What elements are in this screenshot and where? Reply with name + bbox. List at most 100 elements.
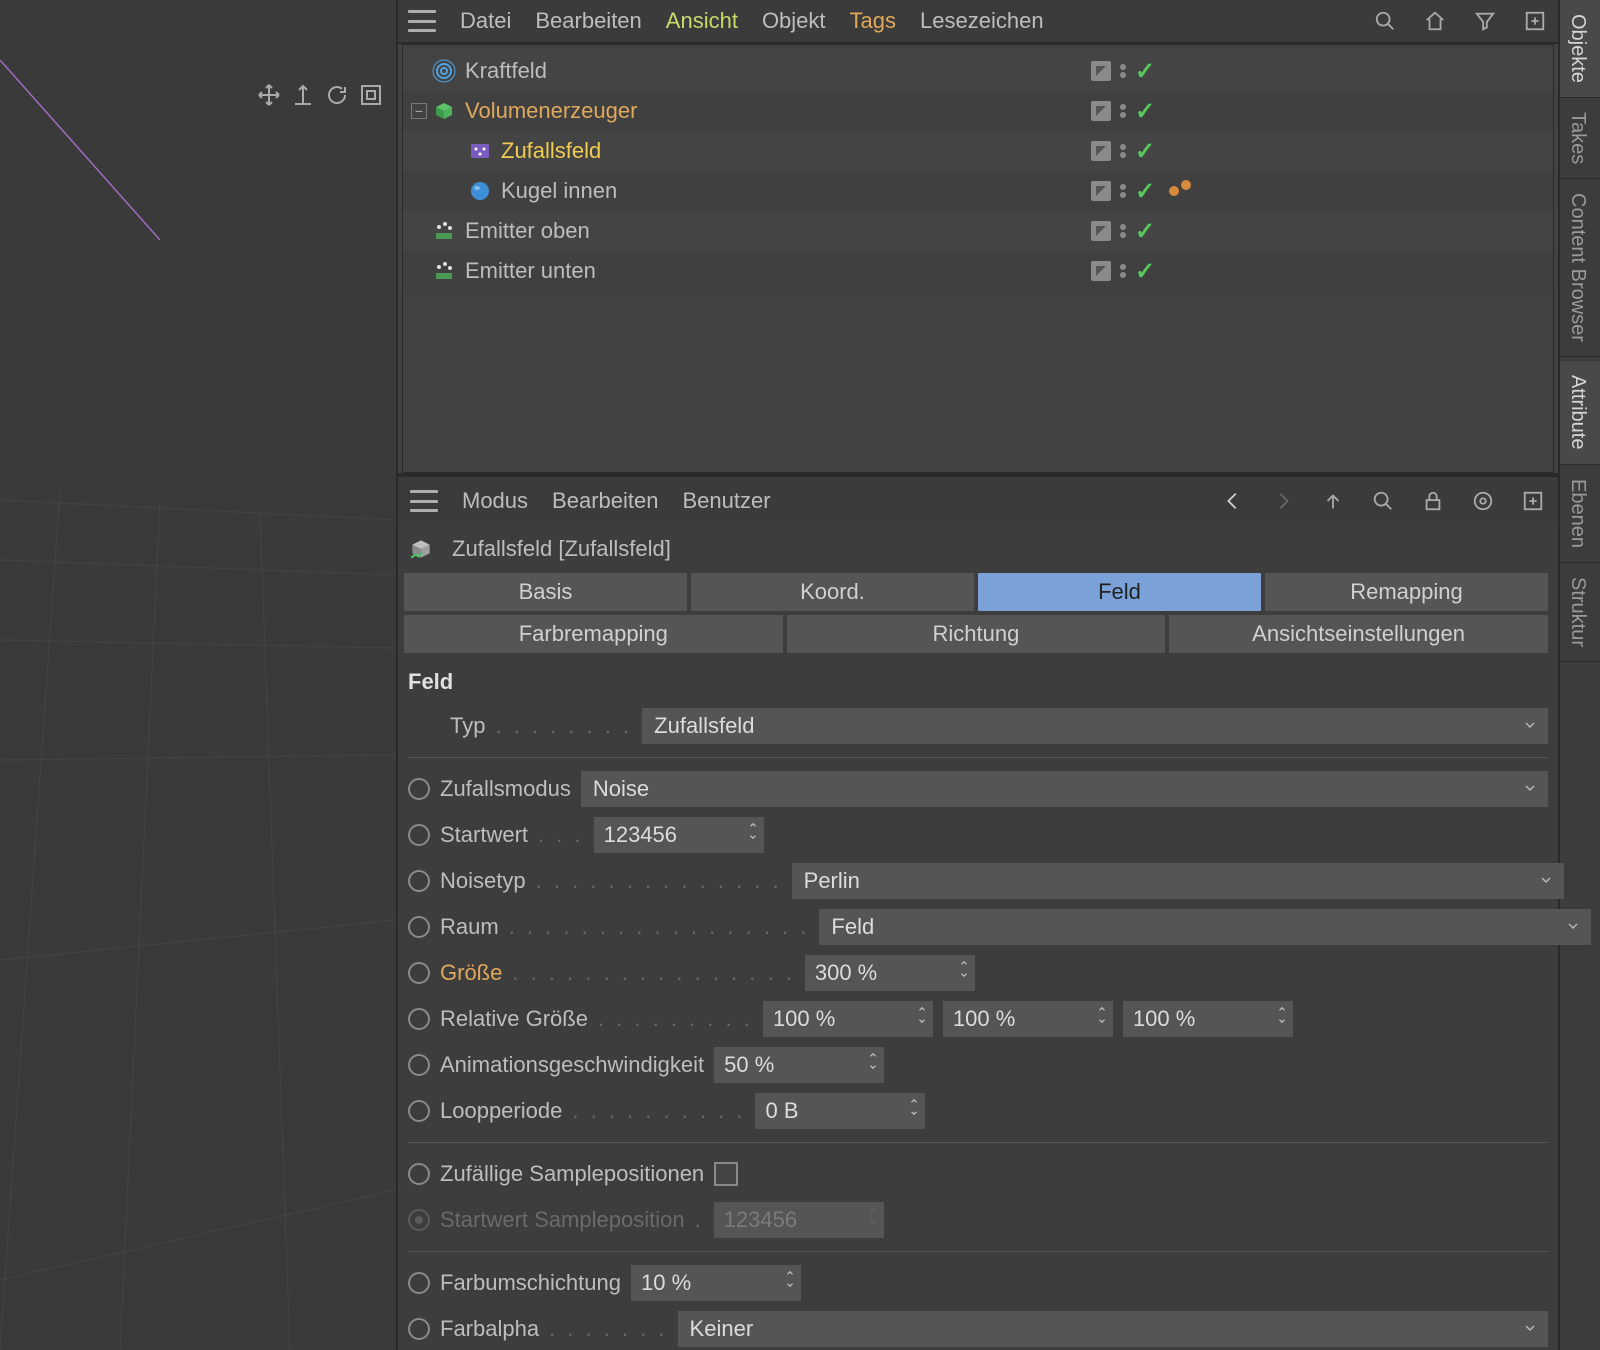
input-relgroesse-y[interactable]: 100 % xyxy=(943,1001,1113,1037)
label-zufsamplepos: Zufällige Samplepositionen xyxy=(440,1161,704,1187)
maximize-attr-icon[interactable] xyxy=(1520,488,1546,514)
dropdown-noisetyp[interactable]: Perlin xyxy=(792,863,1564,899)
sidetab-struktur[interactable]: Struktur xyxy=(1560,563,1600,662)
tab-richtung[interactable]: Richtung xyxy=(787,615,1166,653)
tree-item-label: Emitter oben xyxy=(465,218,590,244)
move-icon[interactable] xyxy=(256,82,282,108)
tree-row-emitter-unten[interactable]: Emitter unten✓ xyxy=(403,251,1553,291)
visibility-dots-icon[interactable] xyxy=(1117,224,1129,238)
tab-farbremapping[interactable]: Farbremapping xyxy=(404,615,783,653)
input-relgroesse-x[interactable]: 100 % xyxy=(763,1001,933,1037)
visibility-dots-icon[interactable] xyxy=(1117,104,1129,118)
menu-bearbeiten-attr[interactable]: Bearbeiten xyxy=(552,488,658,514)
keyframe-bullet[interactable] xyxy=(408,962,430,984)
layer-flag-icon[interactable] xyxy=(1091,181,1111,201)
menu-modus[interactable]: Modus xyxy=(462,488,528,514)
tab-feld[interactable]: Feld xyxy=(978,573,1261,611)
dropdown-farbalpha[interactable]: Keiner xyxy=(678,1311,1548,1347)
up-down-icon[interactable] xyxy=(290,82,316,108)
layer-flag-icon[interactable] xyxy=(1091,221,1111,241)
sidetab-objekte[interactable]: Objekte xyxy=(1560,0,1600,98)
label-raum: Raum xyxy=(440,914,499,940)
input-startsamplepos: 123456 xyxy=(714,1202,884,1238)
sidetab-content[interactable]: Content Browser xyxy=(1560,179,1600,357)
keyframe-bullet[interactable] xyxy=(408,1163,430,1185)
label-noisetyp: Noisetyp xyxy=(440,868,526,894)
tab-ansichtseinst[interactable]: Ansichtseinstellungen xyxy=(1169,615,1548,653)
menu-ansicht[interactable]: Ansicht xyxy=(666,8,738,34)
home-icon[interactable] xyxy=(1422,8,1448,34)
enable-check-icon[interactable]: ✓ xyxy=(1135,217,1155,246)
visibility-dots-icon[interactable] xyxy=(1117,144,1129,158)
dropdown-raum[interactable]: Feld xyxy=(819,909,1591,945)
keyframe-bullet[interactable] xyxy=(408,1318,430,1340)
keyframe-bullet[interactable] xyxy=(408,870,430,892)
input-farbumschichtung[interactable]: 10 % xyxy=(631,1265,801,1301)
layer-flag-icon[interactable] xyxy=(1091,141,1111,161)
viewport-panel[interactable] xyxy=(0,0,396,1350)
enable-check-icon[interactable]: ✓ xyxy=(1135,57,1155,86)
sidetab-attribute[interactable]: Attribute xyxy=(1560,361,1600,464)
visibility-dots-icon[interactable] xyxy=(1117,184,1129,198)
layer-flag-icon[interactable] xyxy=(1091,61,1111,81)
menu-lesezeichen[interactable]: Lesezeichen xyxy=(920,8,1044,34)
menu-tags[interactable]: Tags xyxy=(850,8,896,34)
nav-fwd-icon[interactable] xyxy=(1270,488,1296,514)
tab-koord[interactable]: Koord. xyxy=(691,573,974,611)
target-icon[interactable] xyxy=(1470,488,1496,514)
hamburger-icon[interactable] xyxy=(410,490,438,512)
input-startwert[interactable]: 123456 xyxy=(594,817,764,853)
sidetab-ebenen[interactable]: Ebenen xyxy=(1560,465,1600,563)
dropdown-typ[interactable]: Zufallsfeld xyxy=(642,708,1548,744)
randomfield-icon xyxy=(408,536,434,562)
keyframe-bullet[interactable] xyxy=(408,916,430,938)
menu-objekt[interactable]: Objekt xyxy=(762,8,826,34)
tag-simulation-icon[interactable] xyxy=(1169,186,1191,196)
checkbox-zufsamplepos[interactable] xyxy=(714,1162,738,1186)
dropdown-zufallsmodus[interactable]: Noise xyxy=(581,771,1548,807)
tree-row-kraftfeld[interactable]: Kraftfeld✓ xyxy=(403,51,1553,91)
lock-icon[interactable] xyxy=(1420,488,1446,514)
visibility-dots-icon[interactable] xyxy=(1117,64,1129,78)
object-tree[interactable]: Kraftfeld✓−Volumenerzeuger✓Zufallsfeld✓K… xyxy=(402,44,1554,473)
input-groesse[interactable]: 300 % xyxy=(805,955,975,991)
input-animgeschw[interactable]: 50 % xyxy=(714,1047,884,1083)
sidetab-takes[interactable]: Takes xyxy=(1560,98,1600,179)
rotate-icon[interactable] xyxy=(324,82,350,108)
label-farbalpha: Farbalpha xyxy=(440,1316,539,1342)
tree-row-emitter-oben[interactable]: Emitter oben ✓ xyxy=(403,211,1553,251)
input-loopperiode[interactable]: 0 B xyxy=(755,1093,925,1129)
tree-row-kugel-innen[interactable]: Kugel innen✓ xyxy=(403,171,1553,211)
tree-row-volumenerzeuger[interactable]: −Volumenerzeuger✓ xyxy=(403,91,1553,131)
keyframe-bullet[interactable] xyxy=(408,824,430,846)
keyframe-bullet[interactable] xyxy=(408,1008,430,1030)
maximize-icon[interactable] xyxy=(1522,8,1548,34)
input-relgroesse-z[interactable]: 100 % xyxy=(1123,1001,1293,1037)
search-icon[interactable] xyxy=(1372,8,1398,34)
label-groesse: Größe xyxy=(440,960,502,986)
keyframe-bullet[interactable] xyxy=(408,1272,430,1294)
tab-basis[interactable]: Basis xyxy=(404,573,687,611)
hamburger-icon[interactable] xyxy=(408,10,436,32)
menu-bearbeiten[interactable]: Bearbeiten xyxy=(535,8,641,34)
expander-icon[interactable]: − xyxy=(411,103,427,119)
enable-check-icon[interactable]: ✓ xyxy=(1135,97,1155,126)
enable-check-icon[interactable]: ✓ xyxy=(1135,177,1155,206)
menu-benutzer[interactable]: Benutzer xyxy=(682,488,770,514)
keyframe-bullet[interactable] xyxy=(408,1054,430,1076)
filter-icon[interactable] xyxy=(1472,8,1498,34)
enable-check-icon[interactable]: ✓ xyxy=(1135,257,1155,286)
frame-icon[interactable] xyxy=(358,82,384,108)
nav-back-icon[interactable] xyxy=(1220,488,1246,514)
search-attr-icon[interactable] xyxy=(1370,488,1396,514)
enable-check-icon[interactable]: ✓ xyxy=(1135,137,1155,166)
layer-flag-icon[interactable] xyxy=(1091,101,1111,121)
tab-remapping[interactable]: Remapping xyxy=(1265,573,1548,611)
menu-datei[interactable]: Datei xyxy=(460,8,511,34)
nav-up-icon[interactable] xyxy=(1320,488,1346,514)
keyframe-bullet[interactable] xyxy=(408,1100,430,1122)
tree-row-zufallsfeld[interactable]: Zufallsfeld✓ xyxy=(403,131,1553,171)
keyframe-bullet[interactable] xyxy=(408,778,430,800)
layer-flag-icon[interactable] xyxy=(1091,261,1111,281)
visibility-dots-icon[interactable] xyxy=(1117,264,1129,278)
